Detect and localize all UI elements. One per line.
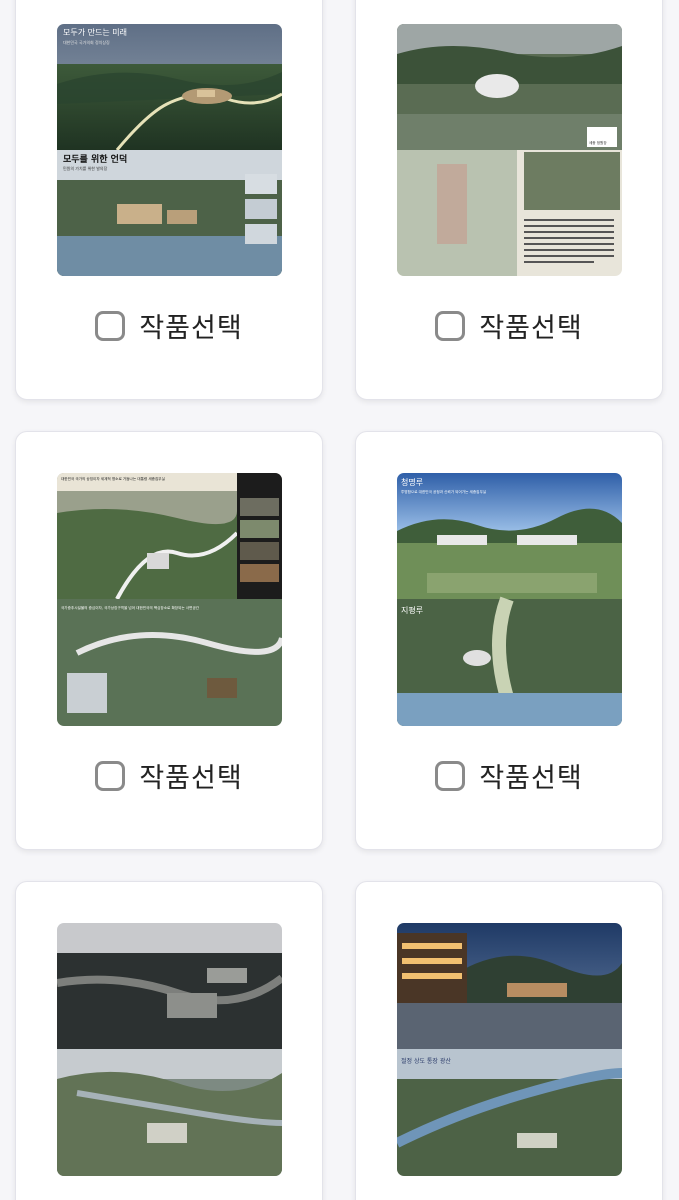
image-3-top-title: 대한민국 국가의 상징이자 세계적 명소로 거듭나는 대통령 세종집무실 [61,476,165,481]
image-1-bottom-title: 모두를 위한 언덕 [63,153,127,165]
select-work-3[interactable]: 작품선택 [16,756,322,795]
image-1-top-subtitle: 대한민국 국가의회 정치상징 [63,39,110,45]
work-image-1[interactable]: 모두가 만드는 미래 대한민국 국가의회 정치상징 모두를 위한 언덕 민원의 … [57,24,282,276]
checkbox-unchecked-icon[interactable] [435,760,466,791]
checkbox-unchecked-icon[interactable] [95,760,126,791]
select-label: 작품선택 [479,313,583,344]
work-card-1: 모두가 만드는 미래 대한민국 국가의회 정치상징 모두를 위한 언덕 민원의 … [15,0,323,400]
work-selection-grid: 모두가 만드는 미래 대한민국 국가의회 정치상징 모두를 위한 언덕 민원의 … [0,0,679,1200]
image-1-bottom-subtitle: 민원의 가치를 위한 발의장 [63,165,108,171]
work-image-6[interactable]: 절정 상도 통장 광산 [397,923,622,1176]
select-work-2[interactable]: 작품선택 [356,306,662,345]
work-image-2[interactable]: 세종 정원장 [397,24,622,276]
image-1-top-title: 모두가 만드는 미래 [63,28,127,37]
image-4-bottom-title: 지평루 [401,605,423,615]
work-card-2: 세종 정원장 작품선택 [355,0,663,400]
work-card-4: 청명루 투명함으로 대한민국 공정과 신뢰가 되어가는 세종집무실 지평루 작품… [355,431,663,850]
work-image-3[interactable]: 대한민국 국가의 상징이자 세계적 명소로 거듭나는 대통령 세종집무실 국가중… [57,473,282,726]
checkbox-unchecked-icon[interactable] [95,310,126,341]
work-card-6: 절정 상도 통장 광산 [355,881,663,1200]
image-4-top-subtitle: 투명함으로 대한민국 공정과 신뢰가 되어가는 세종집무실 [401,489,486,494]
work-card-3: 대한민국 국가의 상징이자 세계적 명소로 거듭나는 대통령 세종집무실 국가중… [15,431,323,850]
work-image-5[interactable] [57,923,282,1176]
select-label: 작품선택 [479,763,583,794]
select-label: 작품선택 [139,313,243,344]
image-6-side-text: 절정 상도 통장 광산 [401,1057,451,1065]
work-card-5 [15,881,323,1200]
image-2-logo: 세종 정원장 [589,140,607,145]
image-4-top-title: 청명루 [401,477,423,487]
select-work-4[interactable]: 작품선택 [356,756,662,795]
select-work-1[interactable]: 작품선택 [16,306,322,345]
select-label: 작품선택 [139,763,243,794]
work-image-4[interactable]: 청명루 투명함으로 대한민국 공정과 신뢰가 되어가는 세종집무실 지평루 [397,473,622,726]
checkbox-unchecked-icon[interactable] [435,310,466,341]
image-3-bottom-title: 국가중추시설물의 중심이자, 국가상징구역을 넘어 대한민국의 핵심장소로 확장… [61,605,200,610]
